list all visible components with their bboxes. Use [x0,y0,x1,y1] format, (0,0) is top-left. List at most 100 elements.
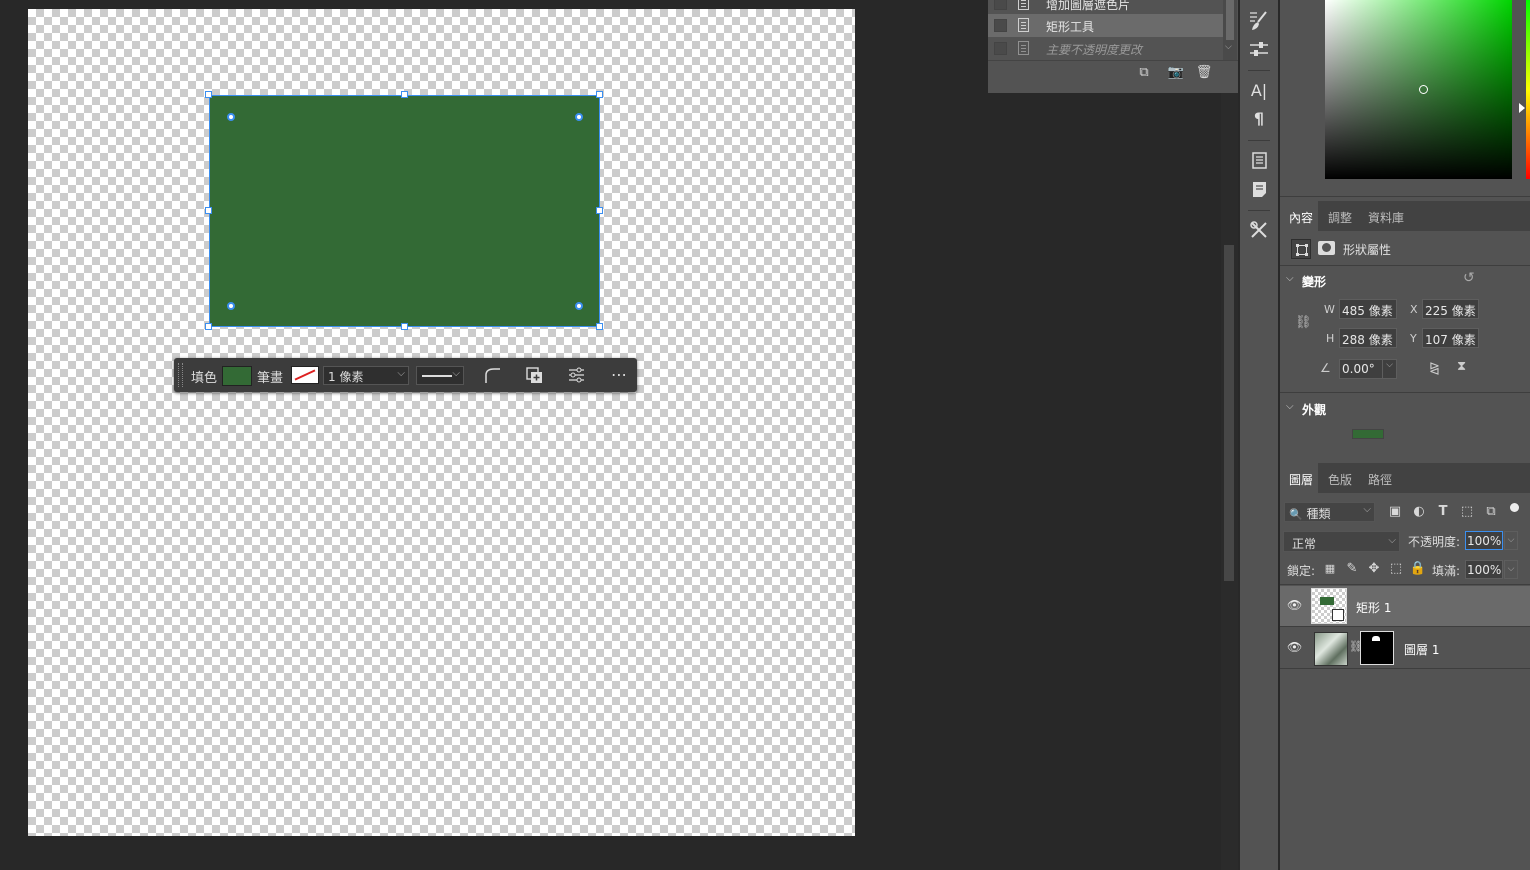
history-item[interactable]: 主要不透明度更改 [988,37,1224,60]
history-snapshot-checkbox[interactable] [994,0,1007,10]
mask-properties-icon[interactable] [1318,241,1335,255]
transform-handle-top-left[interactable] [205,91,212,98]
drag-grip-icon[interactable] [178,363,183,387]
tab-paths[interactable]: 路徑 [1368,471,1392,488]
shape-properties-button[interactable] [1291,239,1311,259]
filter-toggle-icon[interactable] [1510,503,1519,512]
scrollbar-thumb[interactable] [1226,0,1234,40]
lock-transparent-pixels-icon[interactable]: ▦ [1321,560,1339,578]
transform-handle-bottom-left[interactable] [205,323,212,330]
more-options-icon[interactable]: ⋯ [611,365,628,384]
tab-channels[interactable]: 色版 [1328,471,1352,488]
tab-properties[interactable]: 內容 [1289,209,1313,226]
stroke-width-dropdown[interactable]: 1 像素 ⌵ [323,366,409,385]
new-document-from-state-icon[interactable]: ⧉ [1135,64,1153,82]
history-snapshot-checkbox[interactable] [994,42,1007,55]
fill-field[interactable]: 100% [1465,560,1503,579]
corner-radius-handle-top-left[interactable] [227,113,235,121]
reset-transform-icon[interactable]: ↺ [1463,270,1475,286]
corner-radius-icon[interactable] [484,367,502,384]
combine-shapes-icon[interactable] [526,367,543,384]
history-item-label: 主要不透明度更改 [1046,43,1143,57]
opacity-dropdown-chevron-icon[interactable]: ⌵ [1504,531,1518,550]
notes-icon[interactable] [1252,181,1267,198]
tools-icon[interactable] [1250,221,1269,239]
opacity-field[interactable]: 100% [1465,531,1503,550]
filter-adjustment-layer-icon[interactable]: ◐ [1410,503,1428,521]
history-item[interactable]: 增加圖層遮色片 [988,0,1224,15]
transform-handle-top-right[interactable] [596,91,603,98]
image-layer-thumbnail[interactable] [1314,632,1348,666]
fill-color-swatch[interactable] [222,366,252,386]
tab-adjustments[interactable]: 調整 [1328,209,1352,226]
chevron-down-icon[interactable]: ⌵ [1286,273,1294,284]
flip-vertical-icon[interactable]: ⧗ [1457,359,1466,374]
stroke-style-dropdown[interactable]: ⌵ [416,366,464,385]
height-field[interactable]: 288 像素 [1339,328,1397,348]
layer-row-selected[interactable]: 👁 矩形 1 [1280,586,1530,626]
transform-handle-left[interactable] [205,207,212,214]
layer-name[interactable]: 圖層 1 [1404,641,1439,658]
trash-icon[interactable]: 🗑 [1195,64,1213,82]
angle-field[interactable]: 0.00° ⌵ [1339,359,1397,379]
height-label: H [1326,332,1335,345]
color-picker-cursor[interactable] [1419,85,1428,94]
flip-horizontal-icon[interactable]: ⧎ [1429,361,1440,376]
tab-libraries[interactable]: 資料庫 [1368,209,1404,226]
link-chain-icon[interactable]: ⛓ [1295,315,1312,330]
glyph-panel-icon[interactable] [1252,152,1267,169]
shape-properties-label: 形狀屬性 [1343,243,1392,257]
layer-mask-thumbnail[interactable] [1360,631,1394,665]
fill-dropdown-chevron-icon[interactable]: ⌵ [1504,560,1518,579]
brush-settings-icon[interactable] [1249,10,1269,32]
stroke-color-swatch[interactable] [291,366,319,384]
filter-pixel-layer-icon[interactable]: ▣ [1386,503,1404,521]
filter-smart-object-icon[interactable]: ⧉ [1482,503,1500,521]
angle-icon: ∠ [1320,361,1331,375]
camera-snapshot-icon[interactable]: 📷 [1167,64,1185,82]
width-field[interactable]: 485 像素 [1339,299,1397,319]
hue-slider[interactable] [1526,0,1530,179]
history-item-selected[interactable]: 矩形工具 [988,14,1224,37]
lock-all-icon[interactable]: 🔒 [1409,560,1427,578]
corner-radius-handle-bottom-right[interactable] [575,302,583,310]
corner-radius-handle-bottom-left[interactable] [227,302,235,310]
chevron-down-icon[interactable]: ⌵ [1286,401,1294,412]
transform-handle-top[interactable] [401,91,408,98]
adjust-sliders-icon[interactable] [1249,40,1269,58]
contextual-task-bar: 填色 筆畫 1 像素 ⌵ ⌵ ⋯ [174,358,637,392]
layer-filter-dropdown[interactable]: 🔍 種類 ⌵ [1284,502,1375,522]
eye-visibility-icon[interactable]: 👁 [1287,640,1302,654]
history-panel: 增加圖層遮色片 矩形工具 主要不透明度更改 ⌵ ⧉ 📷 🗑 [988,0,1238,93]
lock-position-icon[interactable]: ✥ [1365,560,1383,578]
history-snapshot-checkbox[interactable] [994,19,1007,32]
scrollbar-thumb[interactable] [1224,245,1234,581]
green-rectangle-shape[interactable] [209,95,600,327]
settings-sliders-icon[interactable] [568,367,585,383]
tab-layers[interactable]: 圖層 [1289,471,1313,488]
lock-image-pixels-icon[interactable]: ✎ [1343,560,1361,578]
filter-shape-layer-icon[interactable]: ⬚ [1458,503,1476,521]
filter-type-layer-icon[interactable]: T [1434,503,1452,521]
appearance-fill-swatch[interactable] [1352,429,1384,439]
layer-filter-value: 種類 [1306,507,1331,521]
chevron-down-icon[interactable]: ⌵ [1382,360,1396,378]
paragraph-icon[interactable]: ¶ [1250,110,1268,128]
lock-label: 鎖定: [1287,564,1316,578]
transform-handle-right[interactable] [596,207,603,214]
corner-radius-handle-top-right[interactable] [575,113,583,121]
layer-row[interactable]: 👁 ⛓ 圖層 1 [1280,628,1530,668]
history-scrollbar[interactable]: ⌵ [1223,0,1237,60]
blend-mode-dropdown[interactable]: 正常 ⌵ [1283,531,1400,552]
shape-layer-thumbnail[interactable] [1311,588,1347,624]
hue-slider-indicator[interactable] [1519,103,1525,113]
y-position-field[interactable]: 107 像素 [1422,328,1479,348]
eye-visibility-icon[interactable]: 👁 [1287,598,1302,612]
chevron-down-icon[interactable]: ⌵ [1225,42,1232,52]
layer-name[interactable]: 矩形 1 [1356,599,1391,616]
character-icon[interactable]: A| [1250,82,1268,100]
x-position-field[interactable]: 225 像素 [1422,299,1479,319]
transform-handle-bottom[interactable] [401,323,408,330]
lock-artboard-icon[interactable]: ⬚ [1387,560,1405,578]
transform-handle-bottom-right[interactable] [596,323,603,330]
